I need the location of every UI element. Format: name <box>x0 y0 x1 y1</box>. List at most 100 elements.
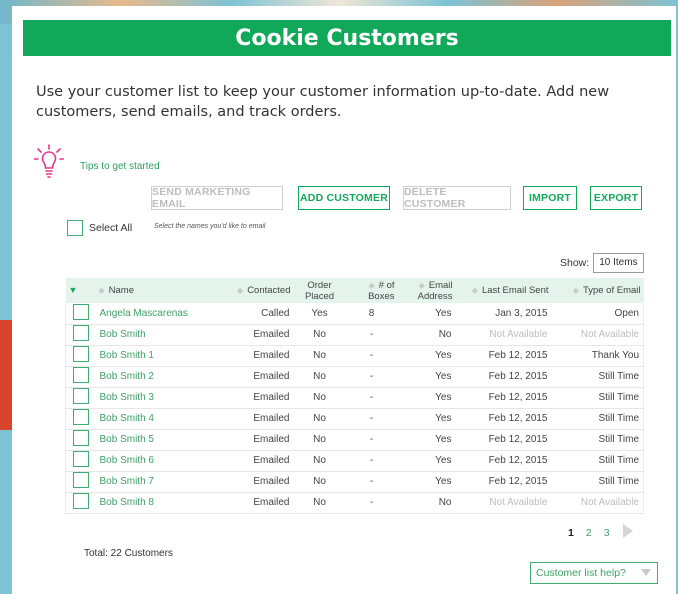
show-label: Show: <box>560 257 590 269</box>
row-checkbox-cell <box>66 450 96 471</box>
cell-name[interactable]: Bob Smith 1 <box>96 345 222 366</box>
cell-last-email-sent: Feb 12, 2015 <box>488 413 548 424</box>
cell-last-email-sent: Jan 3, 2015 <box>495 307 548 319</box>
customer-list-help-dropdown[interactable]: Customer list help? <box>530 562 658 584</box>
tips-link[interactable]: Tips to get started <box>33 144 160 185</box>
column-header-email-address[interactable]: ◆ Email Address <box>398 278 456 303</box>
page-3-link[interactable]: 3 <box>604 527 610 539</box>
cell-last-email-sent: Feb 12, 2015 <box>488 434 548 445</box>
cell-boxes: - <box>369 371 374 382</box>
row-checkbox[interactable] <box>72 346 89 362</box>
page-2-link[interactable]: 2 <box>586 527 592 539</box>
cell-email-address: Yes <box>435 371 452 382</box>
sort-icon: ◆ <box>368 280 375 290</box>
cell-type-of-email: Still Time <box>598 455 639 466</box>
table-row: Angela Mascarenas Called Yes 8 Yes Jan 3, 201… <box>65 303 644 324</box>
cell-contacted: Emailed <box>253 434 290 445</box>
row-checkbox-cell <box>66 324 96 345</box>
selection-hint: Select the names you'd like to email <box>154 223 266 230</box>
cell-order-placed: No <box>313 497 326 508</box>
cell-boxes: - <box>369 350 374 361</box>
cell-order-placed: No <box>313 455 326 466</box>
page-1-link[interactable]: 1 <box>568 527 574 539</box>
cell-name[interactable]: Bob Smith 2 <box>96 366 222 387</box>
row-checkbox[interactable] <box>72 388 89 404</box>
cell-name[interactable]: Bob Smith 8 <box>96 492 222 513</box>
cell-contacted: Emailed <box>253 329 290 340</box>
send-marketing-email-button[interactable]: SEND MARKETING EMAIL <box>151 186 283 210</box>
column-header-contacted[interactable]: ◆ Contacted <box>222 278 294 303</box>
delete-customer-button[interactable]: DELETE CUSTOMER <box>403 186 511 210</box>
import-button[interactable]: IMPORT <box>523 186 577 210</box>
add-customer-button[interactable]: ADD CUSTOMER <box>298 186 390 210</box>
cell-type-of-email: Still Time <box>598 413 639 424</box>
cell-name[interactable]: Bob Smith 7 <box>96 471 222 492</box>
cell-name[interactable]: Bob Smith <box>96 324 222 345</box>
cell-contacted: Emailed <box>253 476 290 487</box>
row-checkbox[interactable] <box>72 409 89 425</box>
cell-name[interactable]: Angela Mascarenas <box>96 303 222 324</box>
row-checkbox-cell <box>66 345 96 366</box>
row-checkbox[interactable] <box>72 472 89 488</box>
cell-name[interactable]: Bob Smith 3 <box>96 387 222 408</box>
row-checkbox[interactable] <box>72 493 89 509</box>
row-checkbox[interactable] <box>72 451 89 467</box>
tips-label: Tips to get started <box>80 161 160 172</box>
cell-type-of-email: Still Time <box>598 371 639 382</box>
cell-type-of-email: Not Available <box>580 497 639 508</box>
cell-type-of-email: Open <box>614 307 639 319</box>
table-row: Bob Smith 5 Emailed No - Yes Feb 12, 2015 Stil… <box>65 429 644 450</box>
cell-boxes: - <box>369 434 374 445</box>
cell-name[interactable]: Bob Smith 5 <box>96 429 222 450</box>
select-all-label: Select All <box>89 222 133 234</box>
sort-icon: ◆ <box>237 286 244 295</box>
column-header-last-email-sent[interactable]: ◆ Last Email Sent <box>456 278 552 303</box>
row-checkbox[interactable] <box>72 430 89 446</box>
cell-email-address: Yes <box>435 307 452 319</box>
column-header-boxes[interactable]: ◆ # of Boxes <box>346 278 398 303</box>
row-checkbox-cell <box>66 366 96 387</box>
table-row: Bob Smith Emailed No - No Not Available Not Av… <box>65 324 644 345</box>
row-checkbox-cell <box>66 408 96 429</box>
row-checkbox[interactable] <box>72 325 89 341</box>
column-header-order-placed[interactable]: Order Placed <box>294 278 346 303</box>
select-all[interactable]: Select All <box>67 220 132 236</box>
cell-order-placed: No <box>313 413 326 424</box>
export-button[interactable]: EXPORT <box>590 186 642 210</box>
cell-last-email-sent: Not Available <box>489 497 548 508</box>
cell-email-address: Yes <box>435 413 452 424</box>
cell-boxes: - <box>369 392 374 403</box>
help-label: Customer list help? <box>536 567 626 579</box>
cell-email-address: Yes <box>435 434 452 445</box>
cell-type-of-email: Thank You <box>591 350 639 361</box>
items-per-page-select[interactable]: 10 Items <box>593 253 644 273</box>
cell-email-address: Yes <box>435 476 452 487</box>
cell-type-of-email: Still Time <box>598 392 639 403</box>
cell-name[interactable]: Bob Smith 6 <box>96 450 222 471</box>
next-page-icon[interactable] <box>622 524 634 541</box>
cell-boxes: - <box>369 497 374 508</box>
cell-type-of-email: Still Time <box>598 434 639 445</box>
cell-last-email-sent: Feb 12, 2015 <box>488 476 548 487</box>
cell-boxes: - <box>369 413 374 424</box>
cell-boxes: 8 <box>368 307 375 319</box>
cell-type-of-email: Not Available <box>580 329 639 340</box>
cell-order-placed: No <box>313 476 326 487</box>
cell-email-address: Yes <box>435 392 452 403</box>
cell-boxes: - <box>369 329 374 340</box>
lightbulb-icon <box>33 144 65 185</box>
column-header-name[interactable]: ◆ Name <box>96 278 222 303</box>
chevron-down-icon <box>641 569 651 576</box>
row-checkbox[interactable] <box>72 303 89 320</box>
sort-all-icon[interactable]: ▼ <box>66 278 96 303</box>
cell-contacted: Emailed <box>253 371 290 382</box>
sort-icon: ◆ <box>418 280 425 290</box>
select-all-checkbox[interactable] <box>67 220 83 236</box>
cell-name[interactable]: Bob Smith 4 <box>96 408 222 429</box>
row-checkbox-cell <box>66 429 96 450</box>
row-checkbox[interactable] <box>72 367 89 383</box>
column-header-type-of-email[interactable]: ◆ Type of Email <box>552 278 644 303</box>
sort-icon: ◆ <box>471 286 478 295</box>
table-header-row: ▼ ◆ Name ◆ Contacted Order Placed ◆ # of Bo… <box>65 278 644 303</box>
background-decoration-left <box>0 320 12 430</box>
